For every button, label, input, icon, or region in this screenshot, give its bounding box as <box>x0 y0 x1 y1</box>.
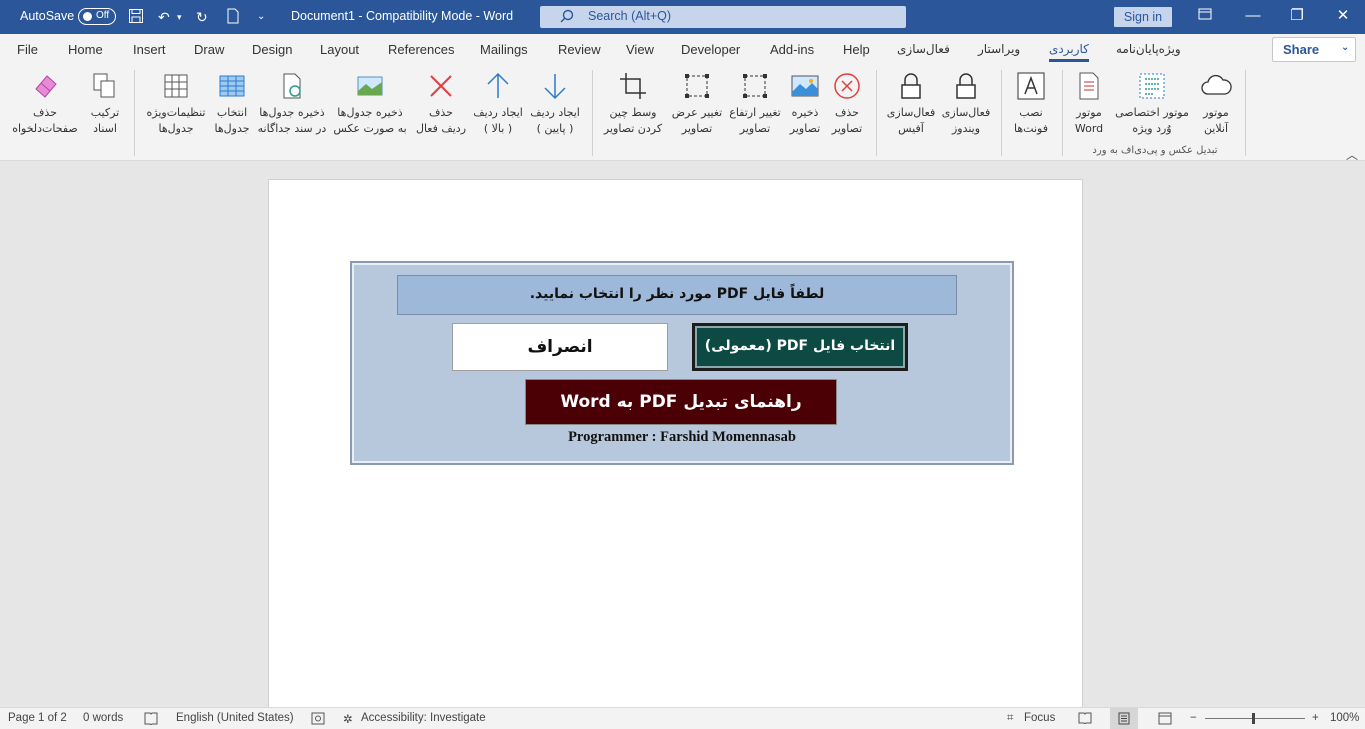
accessibility-status[interactable]: Accessibility: Investigate <box>361 712 486 724</box>
select-tables-button[interactable]: انتخاب جدول‌ها <box>201 66 263 152</box>
word-count[interactable]: 0 words <box>83 712 123 724</box>
undo-icon[interactable]: ↶ <box>158 8 170 26</box>
customize-toolbar-icon[interactable]: ⌄ <box>257 8 265 26</box>
separator <box>1245 70 1246 156</box>
tab-review[interactable]: Review <box>558 42 601 57</box>
separator <box>134 70 135 156</box>
tab-developer[interactable]: Developer <box>681 42 740 57</box>
tab-design[interactable]: Design <box>252 42 292 57</box>
ribbon-label: ذخیره جدول‌ها در سند جداگانه <box>257 106 327 135</box>
focus-mode[interactable]: Focus <box>1024 712 1055 724</box>
document-title: Document1 - Compatibility Mode - Word <box>291 9 514 23</box>
print-layout-icon[interactable] <box>1110 708 1138 729</box>
delete-images-button[interactable]: حذف تصاویر <box>816 66 878 152</box>
guide-button[interactable]: راهنمای تبدیل PDF به Word <box>525 379 837 425</box>
ribbon-label: ترکیب اسناد <box>90 106 120 135</box>
ribbon-label: وسط چین کردن تصاویر <box>603 106 663 135</box>
zoom-in-icon[interactable]: + <box>1312 712 1319 724</box>
restore-icon[interactable]: ❐ <box>1282 6 1312 28</box>
search-placeholder: Search (Alt+Q) <box>588 9 672 23</box>
share-button[interactable]: Share ⌄ <box>1272 37 1356 62</box>
tab-addins[interactable]: Add-ins <box>770 42 814 57</box>
separator <box>592 70 593 156</box>
language-indicator[interactable]: English (United States) <box>176 712 294 724</box>
tab-help[interactable]: Help <box>843 42 870 57</box>
programmer-credit: Programmer : Farshid Momennasab <box>568 429 796 445</box>
center-images-button[interactable]: وسط چین کردن تصاویر <box>602 66 664 152</box>
tab-file[interactable]: File <box>17 42 38 57</box>
tab-activation[interactable]: فعال‌سازی <box>897 42 950 56</box>
tab-editor[interactable]: ویراستار <box>978 42 1020 56</box>
ribbon-label: حذف تصاویر <box>831 106 863 135</box>
toggle-knob <box>83 12 92 21</box>
share-label: Share <box>1283 42 1320 57</box>
ribbon-display-icon[interactable] <box>1190 6 1220 28</box>
web-layout-icon[interactable] <box>1158 712 1172 728</box>
save-tables-image-button[interactable]: ذخیره جدول‌ها به صورت عکس <box>333 66 407 152</box>
ribbon: حذف صفحات‌دلخواه ترکیب اسناد تنظیمات‌ویژ… <box>0 66 1365 163</box>
search-box[interactable]: Search (Alt+Q) <box>540 6 906 28</box>
prompt-label: لطفاً فایل PDF مورد نظر را انتخاب نمایید… <box>397 275 957 315</box>
undo-dropdown-icon[interactable]: ▾ <box>177 8 182 26</box>
tab-thesis[interactable]: ویژه‌پایان‌نامه <box>1116 42 1181 56</box>
activate-windows-button[interactable]: فعال‌سازی ویندوز <box>935 66 997 152</box>
special-engine-button[interactable]: موتور اختصاصی وُرد ویژه <box>1115 66 1189 152</box>
delete-pages-button[interactable]: حذف صفحات‌دلخواه <box>12 66 78 152</box>
zoom-slider-thumb[interactable] <box>1252 713 1255 724</box>
proofing-icon[interactable] <box>144 712 158 728</box>
page-count[interactable]: Page 1 of 2 <box>8 712 67 724</box>
ribbon-group-label: تبدیل عکس و پی‌دی‌اف به ورد <box>1092 145 1218 156</box>
ribbon-label: موتور اختصاصی وُرد ویژه <box>1115 106 1189 135</box>
cancel-button[interactable]: انصراف <box>452 323 668 371</box>
save-tables-document-button[interactable]: ذخیره جدول‌ها در سند جداگانه <box>258 66 326 152</box>
title-bar: AutoSave Off ↶ ▾ ↻ ⌄ Document1 - Compati… <box>0 0 1365 34</box>
combine-documents-button[interactable]: ترکیب اسناد <box>74 66 136 152</box>
read-mode-icon[interactable] <box>1078 712 1092 727</box>
zoom-slider[interactable] <box>1205 713 1305 724</box>
zoom-level[interactable]: 100% <box>1330 712 1359 724</box>
search-icon <box>560 9 574 26</box>
tab-draw[interactable]: Draw <box>194 42 224 57</box>
zoom-out-icon[interactable]: − <box>1190 712 1197 724</box>
signin-button[interactable]: Sign in <box>1114 7 1172 27</box>
collapse-ribbon-icon[interactable]: ︿ <box>1346 146 1358 163</box>
chevron-down-icon: ⌄ <box>1341 42 1350 53</box>
close-icon[interactable]: ✕ <box>1328 6 1358 28</box>
online-engine-button[interactable]: موتور آنلاین <box>1185 66 1247 152</box>
ribbon-tabs: File Home Insert Draw Design Layout Refe… <box>0 34 1365 66</box>
tab-view[interactable]: View <box>626 42 654 57</box>
tab-insert[interactable]: Insert <box>133 42 166 57</box>
status-bar: Page 1 of 2 0 words English (United Stat… <box>0 707 1365 729</box>
tab-applied[interactable]: کاربردی <box>1049 42 1089 62</box>
ribbon-label: ذخیره جدول‌ها به صورت عکس <box>333 106 407 135</box>
tab-layout[interactable]: Layout <box>320 42 359 57</box>
ribbon-label: ایجاد ردیف ( پایین ) <box>530 106 580 135</box>
pdf-converter-form: لطفاً فایل PDF مورد نظر را انتخاب نمایید… <box>350 261 1014 465</box>
minimize-icon[interactable]: — <box>1238 6 1268 28</box>
tab-references[interactable]: References <box>388 42 454 57</box>
select-pdf-button[interactable]: انتخاب فایل PDF (معمولی) <box>692 323 908 371</box>
document-icon[interactable] <box>226 8 240 28</box>
ribbon-label: فعال‌سازی ویندوز <box>941 106 991 135</box>
insert-row-below-button[interactable]: ایجاد ردیف ( پایین ) <box>524 66 586 152</box>
word-engine-button[interactable]: موتور Word <box>1058 66 1120 152</box>
autosave-state: Off <box>96 10 110 21</box>
save-icon[interactable] <box>128 8 144 28</box>
autosave-label: AutoSave <box>20 9 75 23</box>
focus-icon: ⌗ <box>1007 712 1014 724</box>
macro-icon[interactable] <box>311 712 325 728</box>
accessibility-icon: ✲ <box>343 714 353 726</box>
autosave-toggle[interactable]: Off <box>78 8 116 25</box>
tab-mailings[interactable]: Mailings <box>480 42 528 57</box>
redo-icon[interactable]: ↻ <box>196 8 208 26</box>
tab-home[interactable]: Home <box>68 42 103 57</box>
ribbon-label: موتور آنلاین <box>1203 106 1229 135</box>
